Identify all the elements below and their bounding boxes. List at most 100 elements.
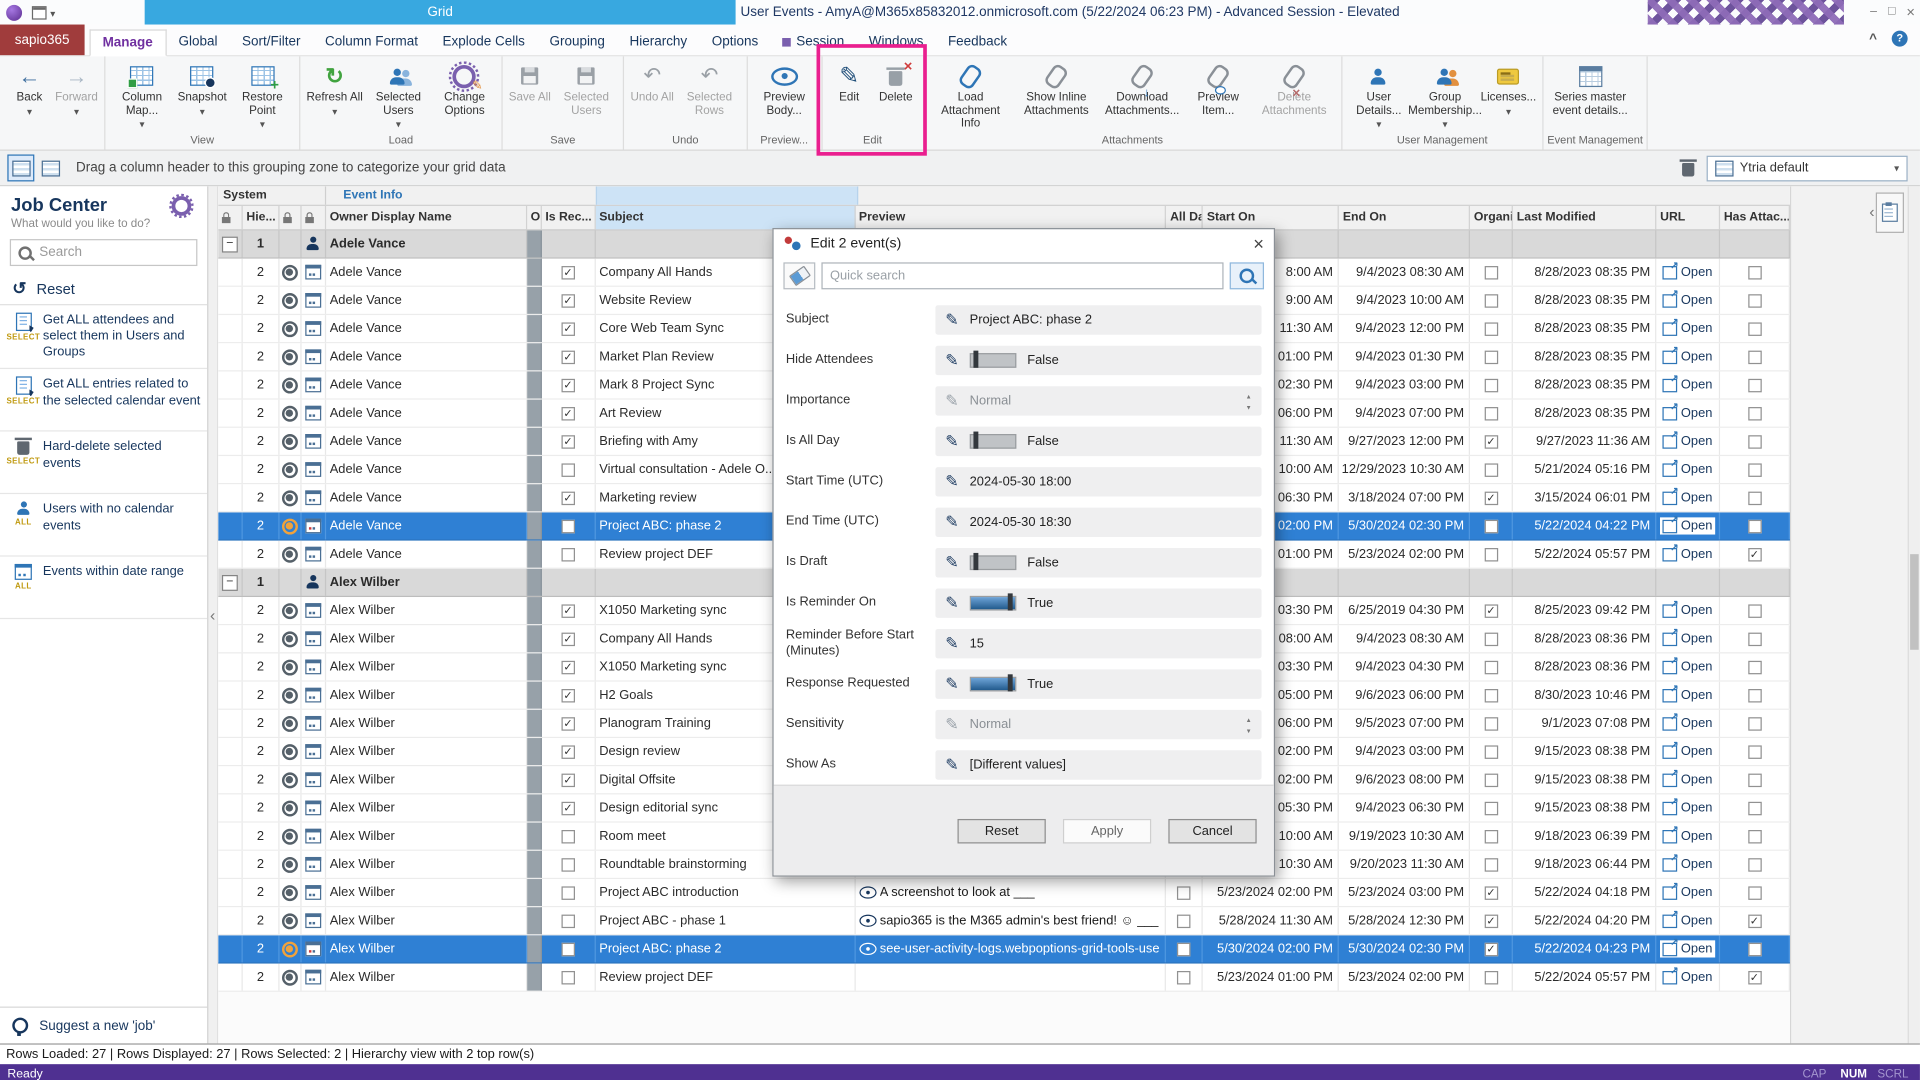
checkbox[interactable] [1747,688,1762,702]
checkbox[interactable] [1747,632,1762,646]
checkbox[interactable] [1484,829,1498,843]
column-header-hie[interactable]: Hie... [243,205,280,230]
column-header-last-modified[interactable]: Last Modified [1513,205,1657,230]
checkbox[interactable] [1747,913,1762,928]
event-row[interactable]: 2 Alex Wilber Project ABC - phase 1 sapio36… [218,907,1790,936]
dialog-title-bar[interactable]: Edit 2 event(s) [774,229,1274,258]
open-link[interactable]: Open [1660,513,1715,535]
field-control[interactable]: True [935,668,1262,699]
save-save-all-button[interactable]: Save All [506,59,553,105]
column-header-start-on[interactable]: Start On [1203,205,1340,230]
active-grid-tab[interactable]: Grid [144,0,736,25]
attachments-show-inline-attachments-button[interactable]: Show Inline Attachments [1013,59,1099,118]
grid-view-toggle[interactable] [7,154,35,182]
pencil-icon[interactable] [945,551,958,573]
open-link[interactable]: Open [1660,767,1715,788]
toggle-switch[interactable] [969,552,1017,570]
checkbox[interactable] [1484,462,1498,477]
checkbox[interactable] [1484,970,1498,984]
checkbox[interactable] [1747,350,1762,364]
quick-access-caret-icon[interactable] [50,1,55,23]
open-link[interactable]: Open [1660,964,1715,986]
checkbox[interactable] [1484,885,1498,900]
column-header-owner-display-name[interactable]: Owner Display Name [326,205,527,230]
open-link[interactable]: Open [1660,372,1715,393]
column-header-all-day[interactable]: All Day [1166,205,1204,230]
attachments-preview-item-button[interactable]: Preview Item... [1185,59,1251,118]
checkbox[interactable] [561,857,575,872]
open-link[interactable]: Open [1660,344,1715,365]
column-header-organi[interactable]: Organi... [1470,205,1514,230]
app-logo-icon[interactable] [6,4,23,21]
open-link[interactable]: Open [1660,428,1715,450]
attachments-download-attachments-button[interactable]: Download Attachments... [1099,59,1185,118]
checkbox[interactable] [1747,321,1762,336]
checkbox[interactable] [1747,942,1762,956]
checkbox[interactable] [561,491,575,505]
column-header-end-on[interactable]: End On [1339,205,1471,230]
open-link[interactable]: Open [1660,654,1715,675]
quick-search-input[interactable] [821,262,1224,290]
checkbox[interactable] [1484,744,1498,759]
checkbox[interactable] [561,913,575,928]
spinner-icon[interactable] [1246,713,1252,735]
checkbox[interactable] [1484,321,1498,336]
form-view-toggle[interactable] [37,154,64,181]
load-refresh-all-button[interactable]: Refresh All [304,59,365,119]
dialog-cancel-button[interactable]: Cancel [1168,818,1257,843]
open-link[interactable]: Open [1660,485,1715,506]
job-item-4[interactable]: ALL Users with no calendar events [0,495,208,558]
event-management-series-master-event-details-button[interactable]: Series master event details... [1547,59,1633,118]
checkbox[interactable] [1747,801,1762,815]
field-control[interactable]: True [935,587,1262,618]
checkbox[interactable] [1484,434,1498,449]
checkbox[interactable] [1747,519,1762,533]
column-header-o[interactable]: O... [527,205,542,230]
pencil-icon[interactable] [945,308,958,330]
checkbox[interactable] [561,716,575,731]
view-snapshot-button[interactable]: Snapshot [175,59,229,119]
tab-grouping[interactable]: Grouping [537,28,617,55]
edit-edit-button[interactable]: Edit [826,59,873,105]
toggle-switch[interactable] [969,673,1017,691]
checkbox[interactable] [1484,350,1498,364]
checkbox[interactable] [1484,632,1498,646]
minimize-icon[interactable] [1870,6,1877,18]
checkbox[interactable] [561,321,575,336]
toggle-switch[interactable] [969,350,1017,368]
help-icon[interactable] [1891,30,1908,46]
scrollbar-thumb[interactable] [1910,554,1919,650]
tab-manage[interactable]: Manage [89,29,167,57]
checkbox[interactable] [1747,603,1762,618]
field-control[interactable]: Normal [935,709,1262,739]
checkbox[interactable] [561,519,575,533]
tab-options[interactable]: Options [699,28,770,55]
job-item-2[interactable]: SELECT Get ALL entries related to the sel… [0,369,208,433]
event-row[interactable]: 2 Alex Wilber Review project DEF 5/23/2024 … [218,963,1790,992]
open-link[interactable]: Open [1660,457,1715,478]
tab-hierarchy[interactable]: Hierarchy [617,28,699,55]
toggle-switch[interactable] [969,430,1017,449]
tab-explode-cells[interactable]: Explode Cells [430,28,537,55]
maximize-icon[interactable] [1888,6,1895,18]
spinner-icon[interactable] [1246,389,1252,411]
band-event-info[interactable]: Event Info [326,186,1790,205]
pencil-icon[interactable] [945,389,958,411]
checkbox[interactable] [1747,293,1762,308]
view-column-map-button[interactable]: Column Map... [109,59,175,132]
checkbox[interactable] [561,632,575,646]
checkbox[interactable] [561,772,575,787]
quick-access-window-icon[interactable] [31,5,47,20]
checkbox[interactable] [1177,970,1191,984]
preview-preview-body-button[interactable]: Preview Body... [751,59,817,118]
band-system[interactable]: System [218,186,327,205]
checkbox[interactable] [1747,660,1762,674]
open-link[interactable]: Open [1660,682,1715,704]
checkbox[interactable] [1747,491,1762,505]
checkbox[interactable] [1484,378,1498,392]
checkbox[interactable] [561,801,575,815]
toggle-switch[interactable] [969,592,1017,610]
pencil-icon[interactable] [945,753,958,775]
column-header-url[interactable]: URL [1656,205,1721,230]
user-management-group-membership-button[interactable]: Group Membership... [1408,59,1482,132]
